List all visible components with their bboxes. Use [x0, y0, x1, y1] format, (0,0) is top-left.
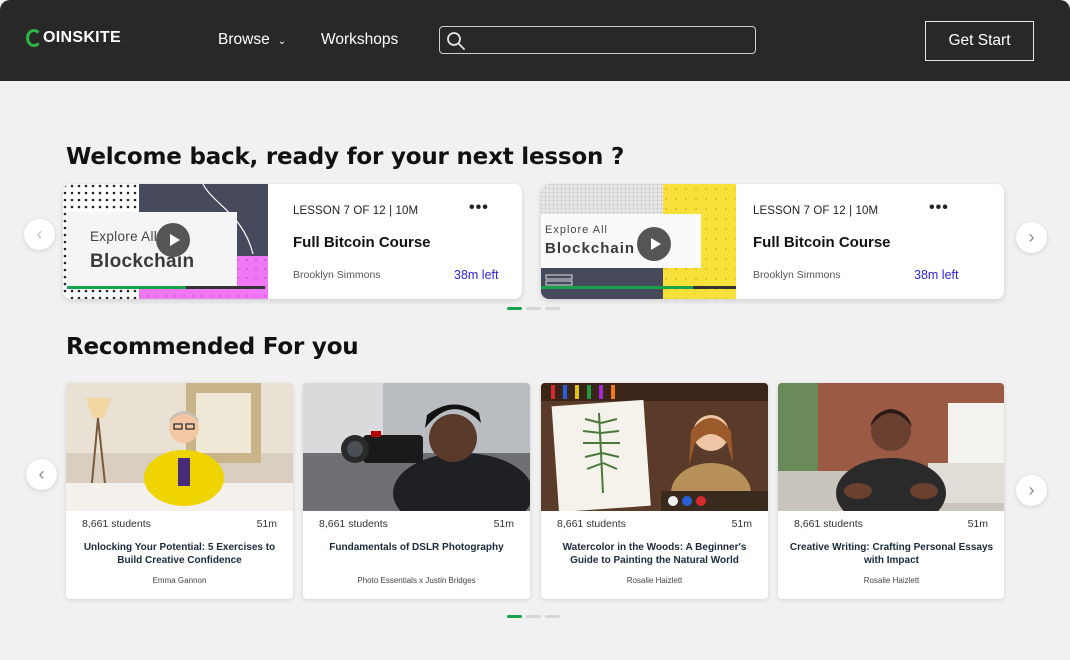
thumbnail-blockchain-text: Blockchain — [545, 240, 636, 257]
lesson-thumbnail: Explore All Blockchain — [63, 184, 268, 299]
course-card[interactable]: 8,661 students 51m Watercolor in the Woo… — [541, 383, 768, 599]
lesson-progress-bar — [541, 286, 736, 289]
pager-dot[interactable] — [545, 615, 560, 618]
logo[interactable]: OINSKITE — [26, 29, 121, 47]
course-students: 8,661 students — [794, 518, 863, 530]
course-duration: 51m — [967, 518, 988, 530]
course-image-woman-yellow — [66, 383, 293, 511]
course-duration: 51m — [493, 518, 514, 530]
lesson-progress-fill — [67, 286, 186, 289]
lesson-meta: LESSON 7 OF 12 | 10M — [293, 205, 419, 217]
lessons-pager — [507, 307, 560, 310]
course-duration: 51m — [731, 518, 752, 530]
course-duration: 51m — [256, 518, 277, 530]
course-image — [778, 383, 1004, 511]
thumbnail-explore-text: Explore All — [90, 229, 158, 244]
course-author: Rosalie Haizlett — [626, 576, 683, 585]
course-author: Rosalie Haizlett — [863, 576, 920, 585]
pager-dot[interactable] — [526, 615, 541, 618]
recommended-prev-button[interactable]: ‹ — [26, 459, 57, 490]
course-card[interactable]: 8,661 students 51m Fundamentals of DSLR … — [303, 383, 530, 599]
nav-workshops-label: Workshops — [321, 31, 399, 48]
lesson-time-left: 38m left — [454, 268, 499, 282]
pager-dot[interactable] — [526, 307, 541, 310]
lesson-author: Brooklyn Simmons — [293, 269, 381, 281]
course-students: 8,661 students — [557, 518, 626, 530]
chevron-left-icon: ‹ — [38, 464, 45, 484]
lesson-author: Brooklyn Simmons — [753, 269, 841, 281]
play-icon[interactable] — [156, 223, 190, 257]
more-options-icon[interactable]: ••• — [469, 199, 489, 217]
chevron-right-icon: › — [1028, 480, 1035, 500]
pager-dot[interactable] — [507, 615, 522, 618]
course-students: 8,661 students — [319, 518, 388, 530]
course-author: Photo Essentials x Justin Bridges — [357, 576, 476, 585]
chevron-right-icon: › — [1028, 227, 1035, 247]
lesson-progress-bar — [67, 286, 265, 289]
welcome-title: Welcome back, ready for your next lesson… — [66, 144, 625, 170]
nav-browse-dropdown[interactable]: Browse ⌄ — [218, 31, 286, 49]
course-title: Fundamentals of DSLR Photography — [329, 542, 504, 553]
course-author: Emma Gannon — [152, 576, 207, 585]
lesson-title: Full Bitcoin Course — [293, 234, 431, 251]
course-image — [303, 383, 530, 511]
course-card[interactable]: 8,661 students 51m Unlocking Your Potent… — [66, 383, 293, 599]
recommended-title: Recommended For you — [66, 334, 359, 360]
logo-mark-icon — [26, 29, 42, 47]
lesson-meta: LESSON 7 OF 12 | 10M — [753, 205, 879, 217]
play-icon[interactable] — [637, 227, 671, 261]
course-image-writer — [778, 383, 1004, 511]
pager-dot[interactable] — [545, 307, 560, 310]
logo-text: OINSKITE — [43, 29, 121, 46]
more-options-icon[interactable]: ••• — [929, 199, 949, 217]
course-image — [66, 383, 293, 511]
course-image-photographer — [303, 383, 530, 511]
nav-workshops-link[interactable]: Workshops — [321, 31, 398, 49]
get-start-button[interactable]: Get Start — [925, 21, 1034, 61]
course-image-watercolor — [541, 383, 768, 511]
lesson-card[interactable]: Explore All Blockchain LESSON 7 OF 12 | … — [541, 184, 1004, 299]
lesson-progress-fill — [541, 286, 694, 289]
lessons-next-button[interactable]: › — [1016, 222, 1047, 253]
nav-browse-label: Browse — [218, 31, 270, 48]
lessons-prev-button[interactable]: ‹ — [24, 219, 55, 250]
top-navbar: OINSKITE Browse ⌄ Workshops Get Start — [0, 0, 1070, 81]
course-students: 8,661 students — [82, 518, 151, 530]
pager-dot[interactable] — [507, 307, 522, 310]
course-title: Unlocking Your Potential: 5 Exercises to… — [83, 542, 276, 566]
thumbnail-explore-text: Explore All — [545, 224, 608, 236]
lesson-title: Full Bitcoin Course — [753, 234, 891, 251]
recommended-next-button[interactable]: › — [1016, 475, 1047, 506]
recommended-pager — [507, 615, 560, 618]
course-image — [541, 383, 768, 511]
search-icon — [447, 32, 465, 50]
lesson-time-left: 38m left — [914, 268, 959, 282]
course-card[interactable]: 8,661 students 51m Creative Writing: Cra… — [778, 383, 1004, 599]
lesson-thumbnail: Explore All Blockchain — [541, 184, 736, 299]
chevron-down-icon: ⌄ — [277, 35, 287, 47]
lesson-card[interactable]: Explore All Blockchain LESSON 7 OF 12 | … — [63, 184, 522, 299]
course-title: Watercolor in the Woods: A Beginner's Gu… — [562, 542, 747, 566]
chevron-left-icon: ‹ — [36, 224, 43, 244]
course-title: Creative Writing: Crafting Personal Essa… — [789, 542, 994, 566]
search-input[interactable] — [472, 30, 747, 50]
search-bar — [439, 26, 756, 54]
